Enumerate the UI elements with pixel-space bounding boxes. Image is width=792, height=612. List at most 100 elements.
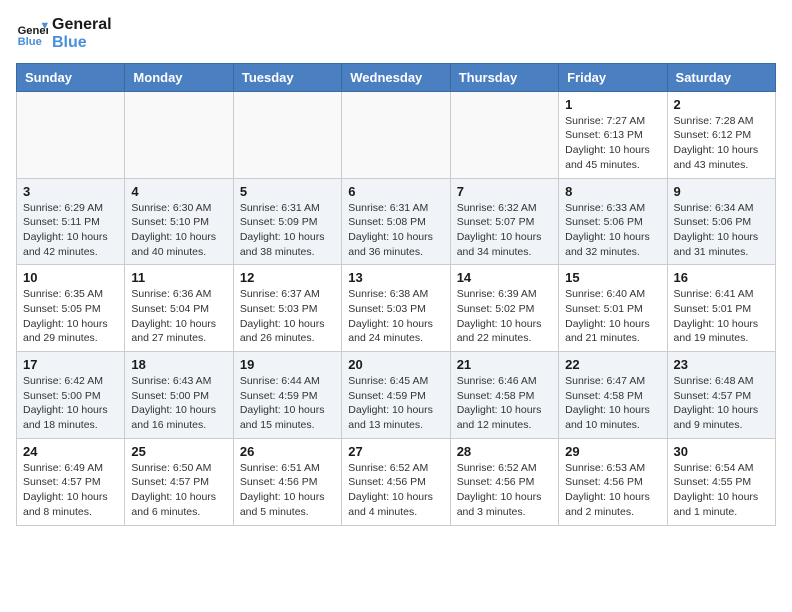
day-cell: 16 Sunrise: 6:41 AM Sunset: 5:01 PM Dayli…: [667, 265, 775, 352]
day-number: 27: [348, 444, 443, 459]
day-info: Sunrise: 6:43 AM Sunset: 5:00 PM Dayligh…: [131, 374, 226, 433]
day-info: Sunrise: 6:52 AM Sunset: 4:56 PM Dayligh…: [457, 461, 552, 520]
day-cell: 19Sunrise: 6:44 AM Sunset: 4:59 PM Dayli…: [233, 352, 341, 439]
day-cell: [17, 91, 125, 178]
calendar-table: SundayMondayTuesdayWednesdayThursdayFrid…: [16, 63, 776, 526]
day-number: 30: [674, 444, 769, 459]
day-info: Sunrise: 6:33 AM Sunset: 5:06 PM Dayligh…: [565, 201, 660, 260]
day-cell: 6 Sunrise: 6:31 AM Sunset: 5:08 PM Daylig…: [342, 178, 450, 265]
day-info: Sunrise: 6:50 AM Sunset: 4:57 PM Dayligh…: [131, 461, 226, 520]
day-info: Sunrise: 6:52 AM Sunset: 4:56 PM Dayligh…: [348, 461, 443, 520]
day-number: 15: [565, 270, 660, 285]
day-cell: 18 Sunrise: 6:43 AM Sunset: 5:00 PM Dayli…: [125, 352, 233, 439]
day-cell: 10 Sunrise: 6:35 AM Sunset: 5:05 PM Dayli…: [17, 265, 125, 352]
day-number: 29: [565, 444, 660, 459]
col-header-sunday: Sunday: [17, 63, 125, 91]
day-info: Sunrise: 6:37 AM Sunset: 5:03 PM Dayligh…: [240, 287, 335, 346]
day-number: 28: [457, 444, 552, 459]
page-header: General Blue General Blue: [16, 16, 776, 53]
day-cell: 12Sunrise: 6:37 AM Sunset: 5:03 PM Dayli…: [233, 265, 341, 352]
day-cell: 9Sunrise: 6:34 AM Sunset: 5:06 PM Daylig…: [667, 178, 775, 265]
logo-icon: General Blue: [16, 18, 48, 50]
day-number: 26: [240, 444, 335, 459]
day-cell: 3Sunrise: 6:29 AM Sunset: 5:11 PM Daylig…: [17, 178, 125, 265]
day-cell: 14 Sunrise: 6:39 AM Sunset: 5:02 PM Dayli…: [450, 265, 558, 352]
day-info: Sunrise: 7:27 AM Sunset: 6:13 PM Dayligh…: [565, 114, 660, 173]
col-header-tuesday: Tuesday: [233, 63, 341, 91]
day-number: 3: [23, 184, 118, 199]
day-number: 10: [23, 270, 118, 285]
day-info: Sunrise: 6:35 AM Sunset: 5:05 PM Dayligh…: [23, 287, 118, 346]
day-number: 13: [348, 270, 443, 285]
day-info: Sunrise: 7:28 AM Sunset: 6:12 PM Dayligh…: [674, 114, 769, 173]
day-cell: 4 Sunrise: 6:30 AM Sunset: 5:10 PM Daylig…: [125, 178, 233, 265]
svg-text:Blue: Blue: [18, 37, 42, 49]
svg-text:General: General: [18, 25, 48, 37]
day-cell: 25 Sunrise: 6:50 AM Sunset: 4:57 PM Dayli…: [125, 438, 233, 525]
calendar-header-row: SundayMondayTuesdayWednesdayThursdayFrid…: [17, 63, 776, 91]
day-info: Sunrise: 6:45 AM Sunset: 4:59 PM Dayligh…: [348, 374, 443, 433]
day-number: 11: [131, 270, 226, 285]
day-number: 21: [457, 357, 552, 372]
day-cell: [342, 91, 450, 178]
day-number: 24: [23, 444, 118, 459]
week-row-1: 1 Sunrise: 7:27 AM Sunset: 6:13 PM Daylig…: [17, 91, 776, 178]
day-cell: 5 Sunrise: 6:31 AM Sunset: 5:09 PM Daylig…: [233, 178, 341, 265]
day-info: Sunrise: 6:31 AM Sunset: 5:09 PM Dayligh…: [240, 201, 335, 260]
day-info: Sunrise: 6:34 AM Sunset: 5:06 PM Dayligh…: [674, 201, 769, 260]
day-info: Sunrise: 6:39 AM Sunset: 5:02 PM Dayligh…: [457, 287, 552, 346]
col-header-saturday: Saturday: [667, 63, 775, 91]
day-cell: 17 Sunrise: 6:42 AM Sunset: 5:00 PM Dayli…: [17, 352, 125, 439]
day-info: Sunrise: 6:30 AM Sunset: 5:10 PM Dayligh…: [131, 201, 226, 260]
day-info: Sunrise: 6:40 AM Sunset: 5:01 PM Dayligh…: [565, 287, 660, 346]
day-info: Sunrise: 6:51 AM Sunset: 4:56 PM Dayligh…: [240, 461, 335, 520]
day-info: Sunrise: 6:49 AM Sunset: 4:57 PM Dayligh…: [23, 461, 118, 520]
day-number: 5: [240, 184, 335, 199]
day-info: Sunrise: 6:54 AM Sunset: 4:55 PM Dayligh…: [674, 461, 769, 520]
day-number: 16: [674, 270, 769, 285]
day-number: 7: [457, 184, 552, 199]
day-info: Sunrise: 6:53 AM Sunset: 4:56 PM Dayligh…: [565, 461, 660, 520]
day-info: Sunrise: 6:48 AM Sunset: 4:57 PM Dayligh…: [674, 374, 769, 433]
day-number: 6: [348, 184, 443, 199]
day-number: 17: [23, 357, 118, 372]
day-info: Sunrise: 6:46 AM Sunset: 4:58 PM Dayligh…: [457, 374, 552, 433]
day-cell: [125, 91, 233, 178]
day-info: Sunrise: 6:47 AM Sunset: 4:58 PM Dayligh…: [565, 374, 660, 433]
day-cell: 27 Sunrise: 6:52 AM Sunset: 4:56 PM Dayli…: [342, 438, 450, 525]
day-cell: 11 Sunrise: 6:36 AM Sunset: 5:04 PM Dayli…: [125, 265, 233, 352]
day-cell: 2 Sunrise: 7:28 AM Sunset: 6:12 PM Daylig…: [667, 91, 775, 178]
day-number: 1: [565, 97, 660, 112]
day-cell: 15 Sunrise: 6:40 AM Sunset: 5:01 PM Dayli…: [559, 265, 667, 352]
logo-text-general: General: [52, 16, 112, 34]
day-cell: 24 Sunrise: 6:49 AM Sunset: 4:57 PM Dayli…: [17, 438, 125, 525]
day-cell: [450, 91, 558, 178]
day-cell: 23Sunrise: 6:48 AM Sunset: 4:57 PM Dayli…: [667, 352, 775, 439]
day-number: 18: [131, 357, 226, 372]
day-cell: 8Sunrise: 6:33 AM Sunset: 5:06 PM Daylig…: [559, 178, 667, 265]
day-number: 2: [674, 97, 769, 112]
day-cell: 29 Sunrise: 6:53 AM Sunset: 4:56 PM Dayli…: [559, 438, 667, 525]
day-cell: [233, 91, 341, 178]
day-info: Sunrise: 6:36 AM Sunset: 5:04 PM Dayligh…: [131, 287, 226, 346]
day-number: 20: [348, 357, 443, 372]
day-cell: 1 Sunrise: 7:27 AM Sunset: 6:13 PM Daylig…: [559, 91, 667, 178]
week-row-4: 17 Sunrise: 6:42 AM Sunset: 5:00 PM Dayli…: [17, 352, 776, 439]
day-number: 25: [131, 444, 226, 459]
day-cell: 26 Sunrise: 6:51 AM Sunset: 4:56 PM Dayli…: [233, 438, 341, 525]
day-info: Sunrise: 6:42 AM Sunset: 5:00 PM Dayligh…: [23, 374, 118, 433]
day-number: 4: [131, 184, 226, 199]
day-info: Sunrise: 6:41 AM Sunset: 5:01 PM Dayligh…: [674, 287, 769, 346]
day-number: 22: [565, 357, 660, 372]
col-header-thursday: Thursday: [450, 63, 558, 91]
day-info: Sunrise: 6:44 AM Sunset: 4:59 PM Dayligh…: [240, 374, 335, 433]
logo: General Blue General Blue: [16, 16, 112, 53]
day-cell: 7Sunrise: 6:32 AM Sunset: 5:07 PM Daylig…: [450, 178, 558, 265]
day-number: 14: [457, 270, 552, 285]
logo-text-blue: Blue: [52, 34, 112, 52]
day-info: Sunrise: 6:31 AM Sunset: 5:08 PM Dayligh…: [348, 201, 443, 260]
day-cell: 13Sunrise: 6:38 AM Sunset: 5:03 PM Dayli…: [342, 265, 450, 352]
col-header-wednesday: Wednesday: [342, 63, 450, 91]
week-row-5: 24 Sunrise: 6:49 AM Sunset: 4:57 PM Dayli…: [17, 438, 776, 525]
day-cell: 30 Sunrise: 6:54 AM Sunset: 4:55 PM Dayli…: [667, 438, 775, 525]
